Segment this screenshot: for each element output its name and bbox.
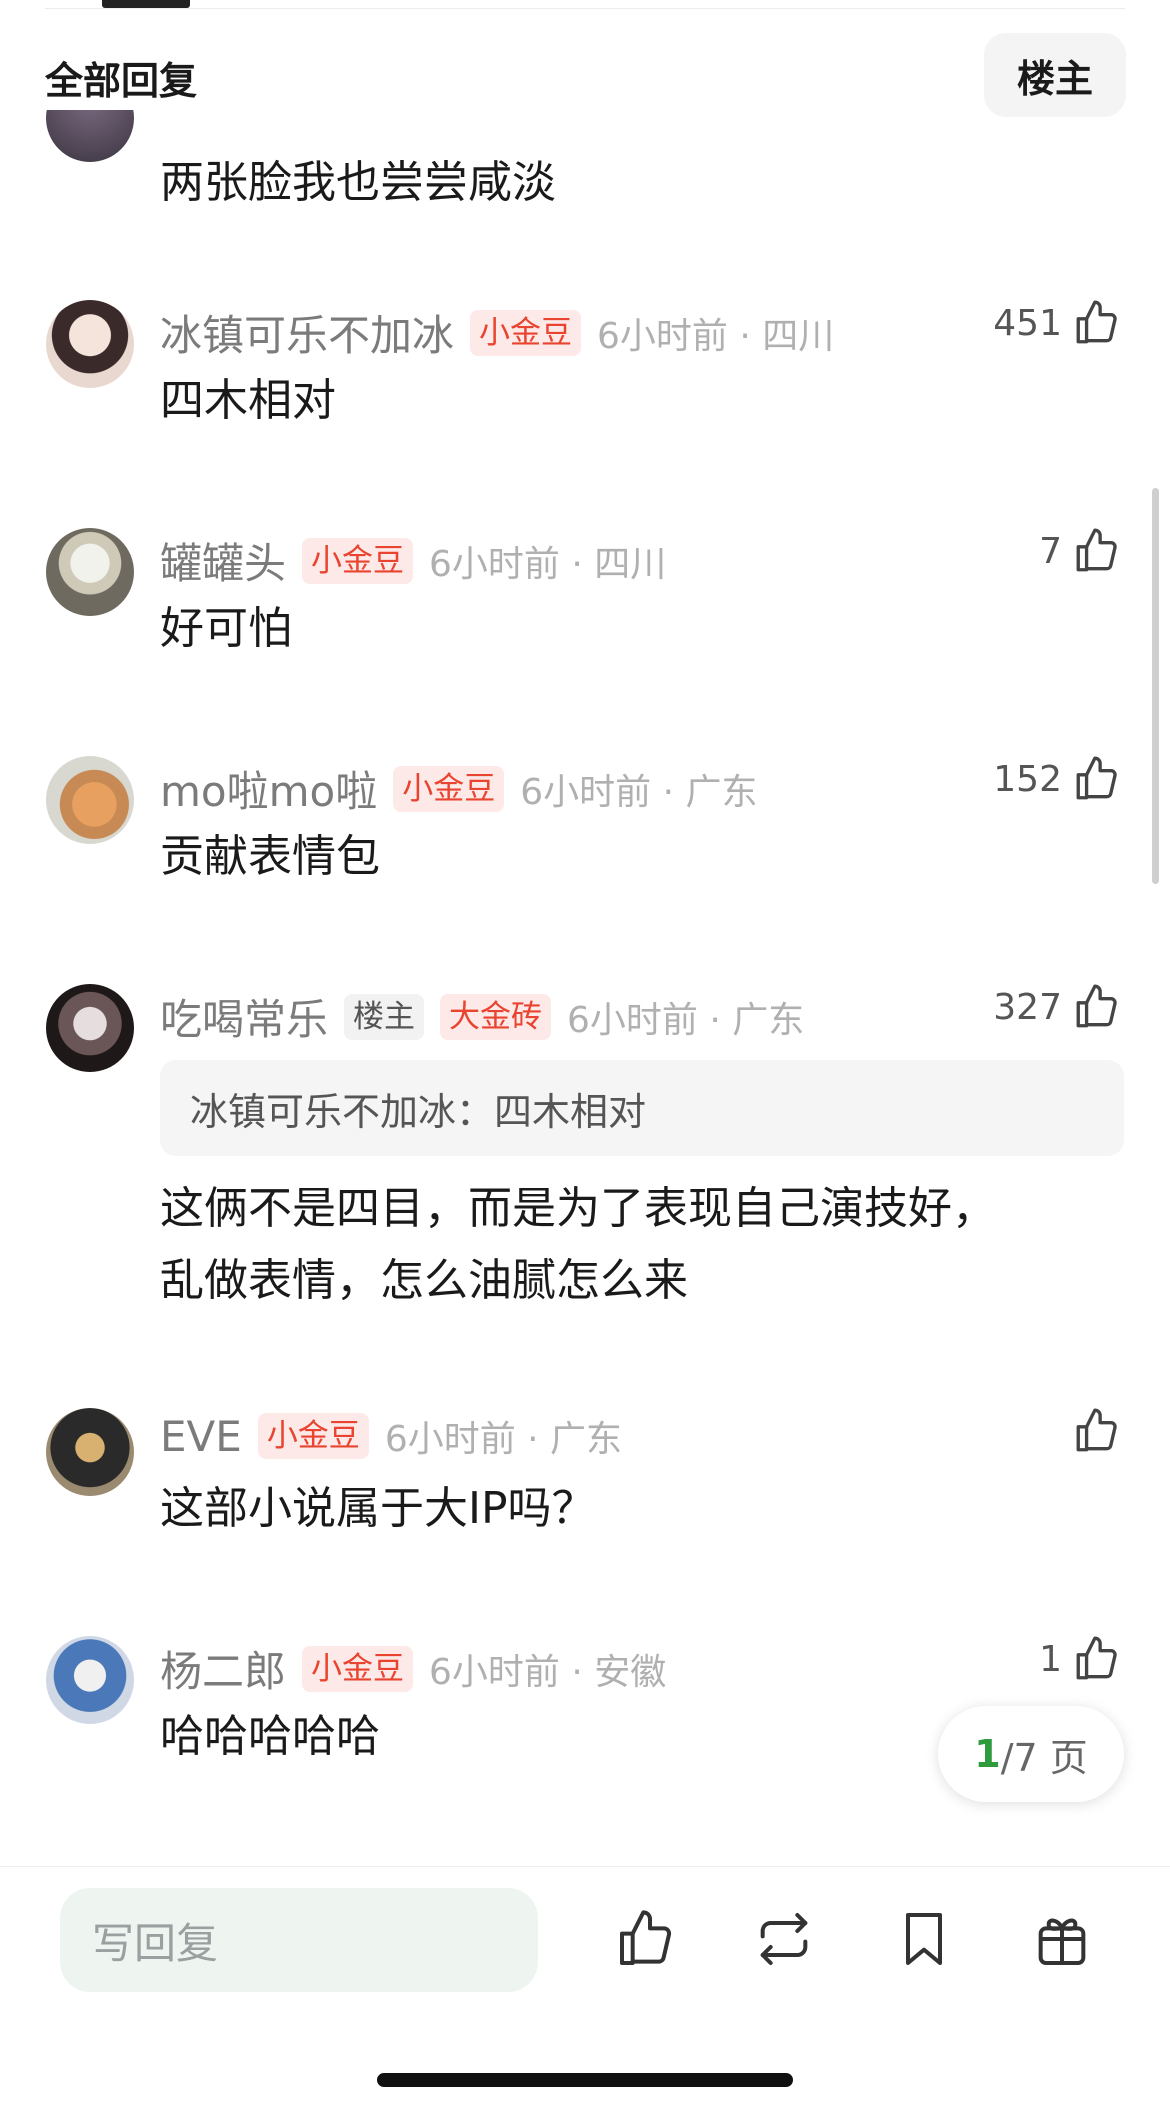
like-button[interactable]: 451 bbox=[993, 298, 1122, 348]
current-page: 1 bbox=[974, 1732, 1001, 1776]
like-button[interactable]: 1 bbox=[1039, 1634, 1122, 1684]
avatar[interactable] bbox=[46, 1636, 134, 1724]
like-count: 7 bbox=[1039, 530, 1062, 572]
like-count: 152 bbox=[993, 758, 1062, 800]
timestamp-location: 6小时前 · 四川 bbox=[429, 543, 667, 585]
comment-text-line: 这俩不是四目，而是为了表现自己演技好， bbox=[160, 1183, 996, 1234]
avatar[interactable] bbox=[46, 984, 134, 1072]
comment-text: 好可怕 bbox=[160, 603, 292, 654]
username[interactable]: 罐罐头 bbox=[160, 530, 286, 591]
avatar[interactable] bbox=[46, 756, 134, 844]
thumbs-up-icon bbox=[1076, 756, 1117, 800]
like-button[interactable]: 327 bbox=[993, 982, 1122, 1032]
thumbs-up-icon bbox=[1076, 528, 1117, 572]
only-op-button[interactable]: 楼主 bbox=[984, 33, 1126, 117]
page-title: 全部回复 bbox=[45, 59, 198, 103]
username[interactable]: 杨二郎 bbox=[160, 1638, 286, 1699]
username[interactable]: EVE bbox=[160, 1412, 242, 1461]
tab-indicator bbox=[102, 0, 190, 8]
comment-text: 贡献表情包 bbox=[160, 831, 380, 882]
divider bbox=[45, 8, 1125, 9]
like-count: 1 bbox=[1039, 1638, 1062, 1680]
username[interactable]: 吃喝常乐 bbox=[160, 986, 328, 1047]
username[interactable]: 冰镇可乐不加冰 bbox=[160, 302, 454, 363]
comment-text: 四木相对 bbox=[160, 375, 336, 426]
thumbs-up-icon bbox=[1076, 1408, 1117, 1452]
comment-text-line: 乱做表情，怎么油腻怎么来 bbox=[160, 1255, 688, 1306]
comment-text: 两张脸我也尝尝咸淡 bbox=[160, 157, 556, 208]
reply-input[interactable]: 写回复 bbox=[60, 1888, 538, 1992]
scrollbar[interactable] bbox=[1152, 488, 1159, 884]
like-count: 327 bbox=[993, 986, 1062, 1028]
like-button[interactable] bbox=[1062, 1406, 1122, 1456]
quoted-reply[interactable]: 冰镇可乐不加冰：四木相对 bbox=[160, 1060, 1124, 1156]
timestamp-location: 6小时前 · 四川 bbox=[597, 315, 835, 357]
avatar[interactable] bbox=[46, 528, 134, 616]
thumbs-up-icon[interactable] bbox=[614, 1905, 678, 1973]
thumbs-up-icon bbox=[1076, 300, 1117, 344]
badge: 小金豆 bbox=[302, 537, 414, 584]
total-pages: /7 页 bbox=[1000, 1735, 1088, 1780]
comment-text: 这部小说属于大IP吗？ bbox=[160, 1483, 596, 1534]
avatar[interactable] bbox=[46, 300, 134, 388]
like-count: 451 bbox=[993, 302, 1062, 344]
avatar[interactable] bbox=[46, 110, 134, 162]
like-button[interactable]: 152 bbox=[993, 754, 1122, 804]
home-indicator[interactable] bbox=[377, 2073, 793, 2087]
badge: 小金豆 bbox=[393, 765, 505, 812]
reply-placeholder: 写回复 bbox=[92, 1918, 219, 1968]
timestamp-location: 6小时前 · 安徽 bbox=[429, 1651, 667, 1693]
thumbs-up-icon bbox=[1076, 984, 1117, 1028]
op-badge: 楼主 bbox=[344, 993, 425, 1040]
avatar[interactable] bbox=[46, 1408, 134, 1496]
bookmark-icon[interactable] bbox=[892, 1905, 956, 1973]
badge: 大金砖 bbox=[440, 993, 552, 1040]
thumbs-up-icon bbox=[1076, 1636, 1117, 1680]
like-button[interactable]: 7 bbox=[1039, 526, 1122, 576]
comment-text: 哈哈哈哈哈 bbox=[160, 1711, 380, 1762]
timestamp-location: 6小时前 · 广东 bbox=[384, 1419, 623, 1460]
gift-icon[interactable] bbox=[1030, 1905, 1094, 1973]
badge: 小金豆 bbox=[302, 1645, 414, 1692]
timestamp-location: 6小时前 · 广东 bbox=[520, 771, 758, 813]
badge: 小金豆 bbox=[470, 309, 582, 356]
badge: 小金豆 bbox=[257, 1413, 369, 1459]
username[interactable]: mo啦mo啦 bbox=[160, 758, 377, 819]
timestamp-location: 6小时前 · 广东 bbox=[567, 999, 805, 1041]
page-indicator[interactable]: 1/7 页 bbox=[938, 1706, 1124, 1802]
repost-icon[interactable] bbox=[752, 1905, 816, 1973]
